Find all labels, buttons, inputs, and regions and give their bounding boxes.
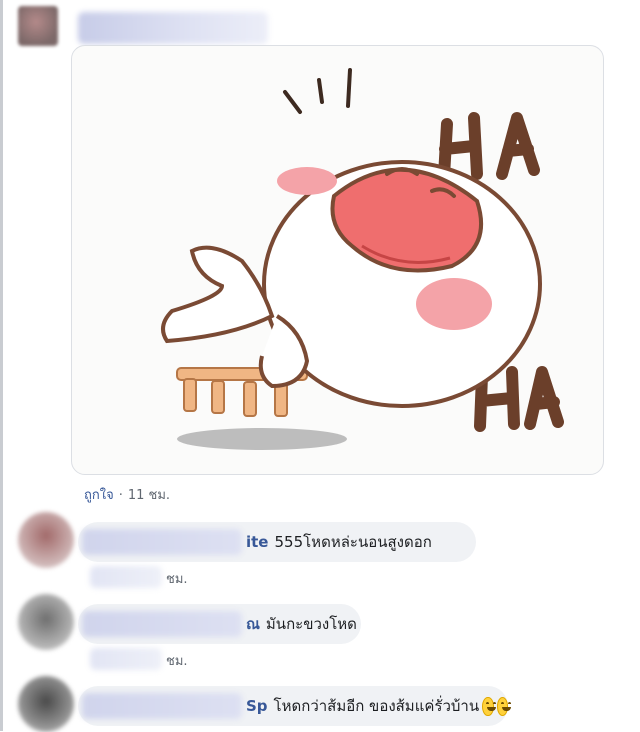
comment-1-avatar[interactable] bbox=[18, 512, 74, 568]
comment-3-author-blurred[interactable] bbox=[82, 693, 242, 719]
comment-2-actions-blurred[interactable] bbox=[90, 648, 162, 670]
comment-1-author[interactable]: ite bbox=[246, 533, 269, 551]
comment-3-avatar[interactable] bbox=[18, 676, 74, 732]
sticker-image bbox=[71, 45, 604, 475]
comment-2-author[interactable]: ณ bbox=[246, 612, 260, 636]
comment-3-text: โหดกว่าส้มอีก ของส้มแค่รั่วบ้าน bbox=[273, 697, 480, 715]
comment-3-author[interactable]: Sp bbox=[246, 697, 268, 715]
comment-1-time[interactable]: ชม. bbox=[166, 568, 188, 589]
post-time[interactable]: 11 ชม. bbox=[128, 488, 170, 503]
grinning-face-icon bbox=[496, 696, 512, 716]
comment-2-author-blurred[interactable] bbox=[82, 611, 242, 637]
comment-1-text: 555โหดหล่ะนอนสูงดอก bbox=[274, 533, 432, 551]
laughing-sticker-icon bbox=[161, 68, 564, 450]
separator-dot: · bbox=[118, 488, 123, 503]
comment-3-bubble: Sp โหดกว่าส้มอีก ของส้มแค่รั่วบ้าน bbox=[78, 686, 512, 726]
comment-1-actions-blurred[interactable] bbox=[90, 566, 162, 588]
comment-1-bubble: ite 555โหดหล่ะนอนสูงดอก bbox=[78, 522, 476, 562]
comment-2-avatar[interactable] bbox=[18, 594, 74, 650]
left-border bbox=[0, 0, 3, 731]
comment-2-text: มันกะขวงโหด bbox=[265, 615, 357, 633]
comment-2-bubble: ณ มันกะขวงโหด bbox=[78, 604, 361, 644]
like-link[interactable]: ถูกใจ bbox=[84, 488, 114, 503]
post-author-avatar[interactable] bbox=[18, 6, 58, 46]
comment-2-time[interactable]: ชม. bbox=[166, 650, 188, 671]
grinning-face-icon bbox=[482, 696, 497, 716]
post-author-name-blurred[interactable] bbox=[78, 12, 268, 44]
post-reaction-line: ถูกใจ · 11 ชม. bbox=[84, 484, 170, 505]
comment-1-author-blurred[interactable] bbox=[82, 529, 242, 555]
